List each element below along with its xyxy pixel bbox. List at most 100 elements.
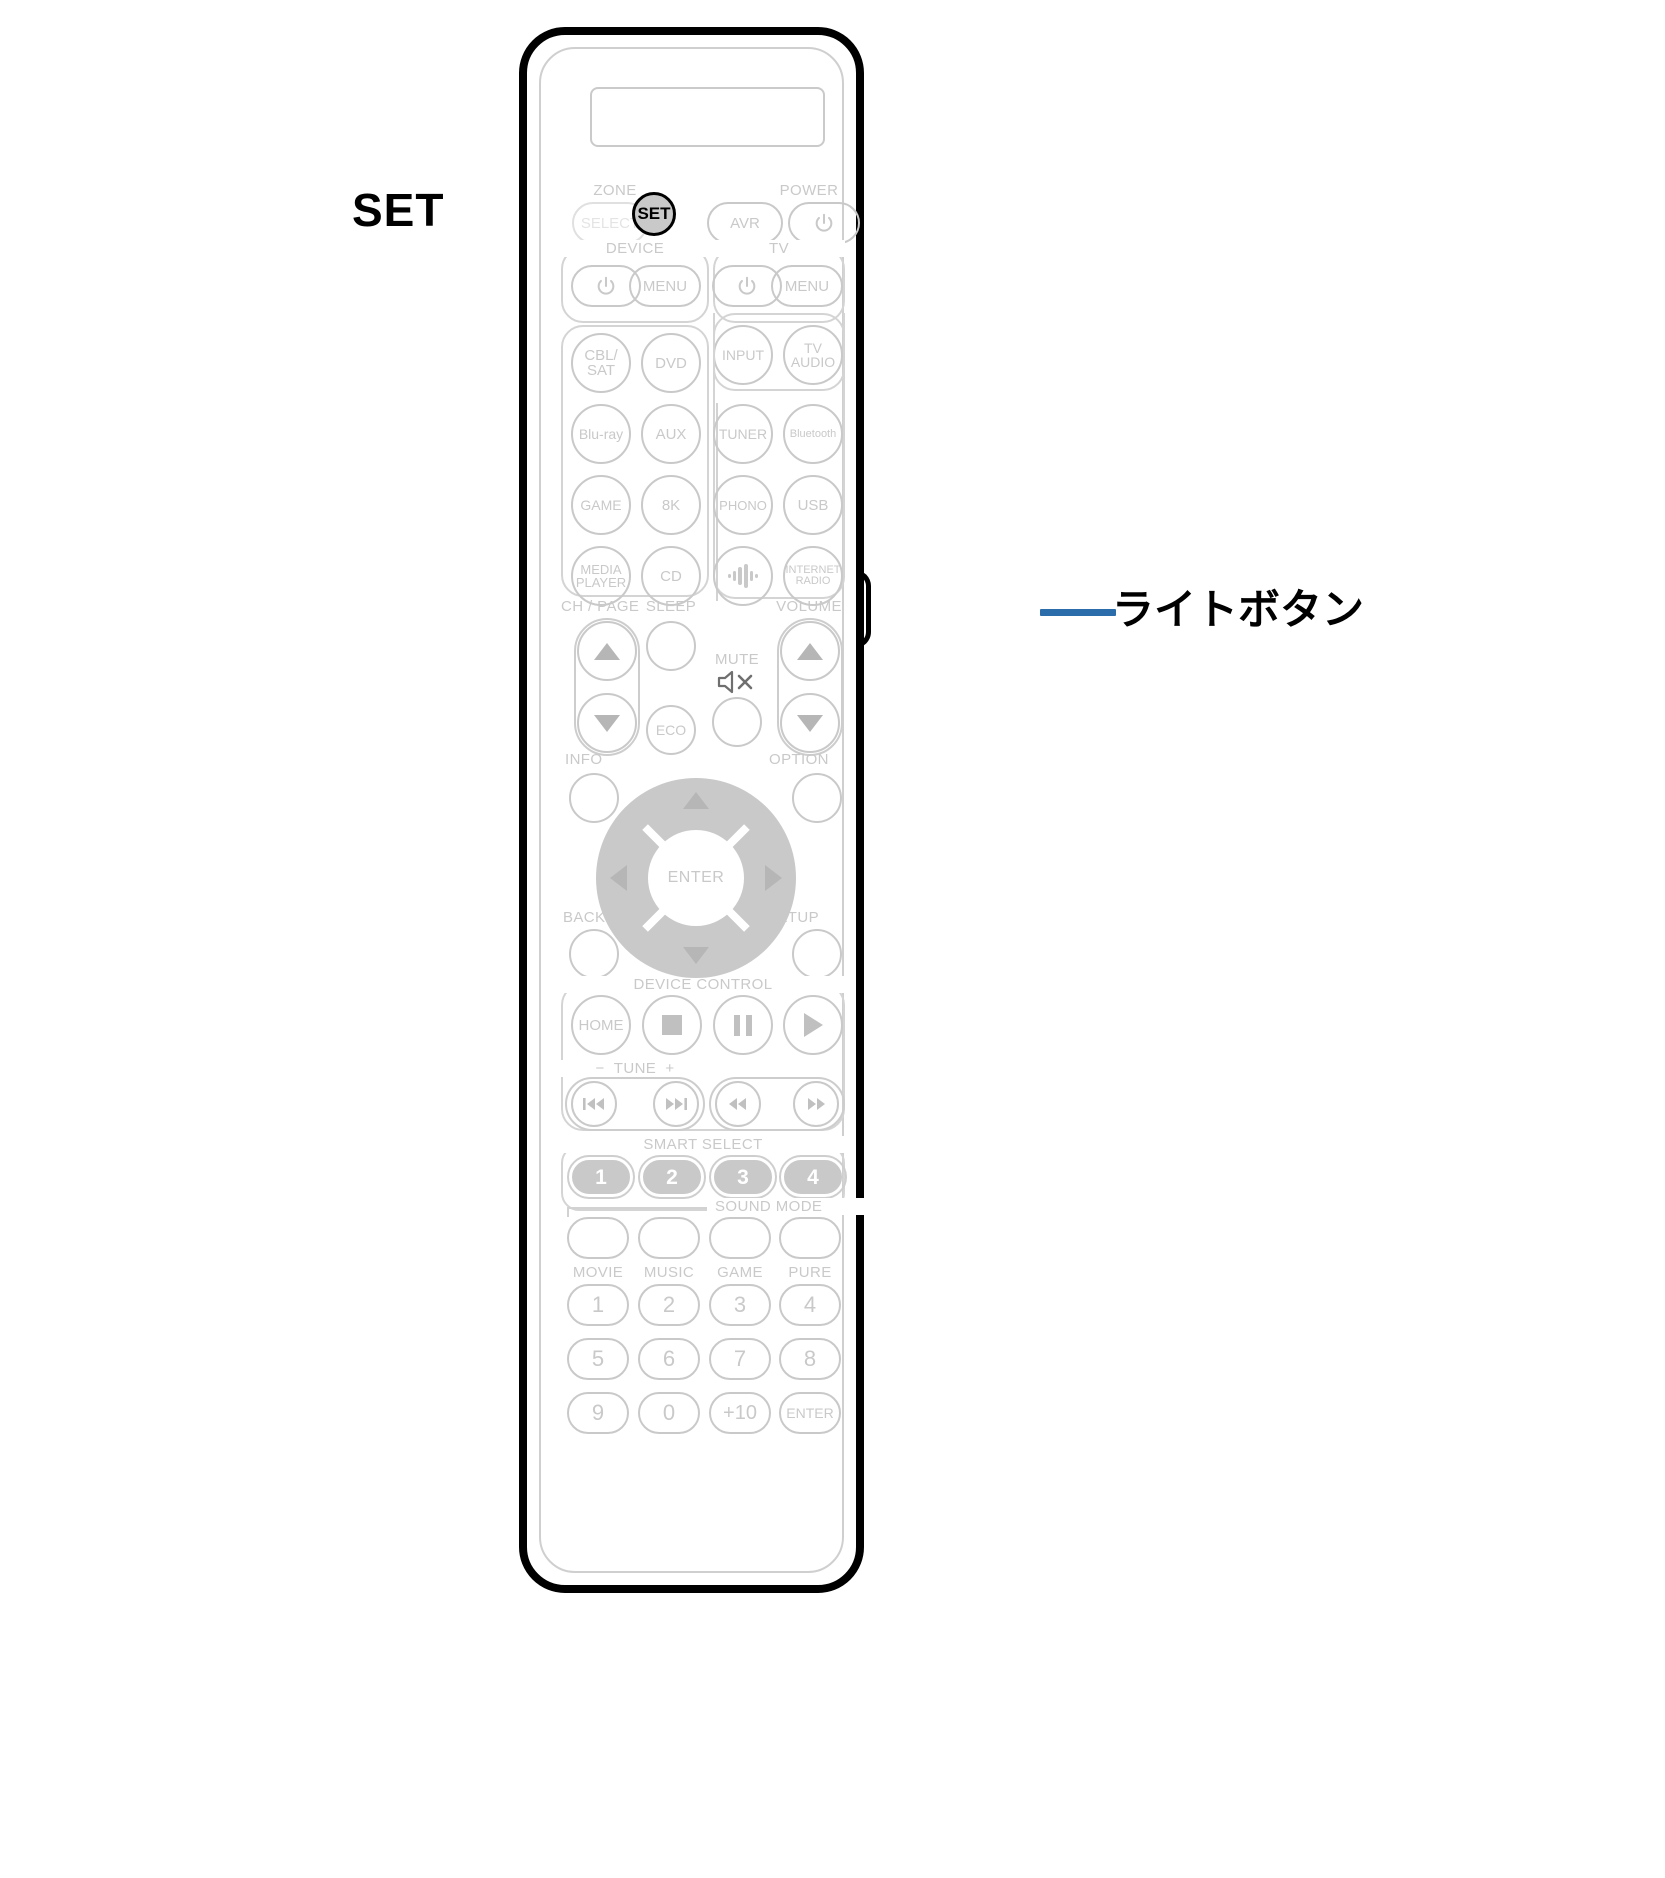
fast-forward-icon xyxy=(808,1098,825,1110)
tv-menu-button[interactable]: MENU xyxy=(771,265,843,307)
smart-select-4-button[interactable]: 4 xyxy=(784,1160,842,1194)
tv-section-label: TV xyxy=(713,240,845,257)
blu-ray-button[interactable]: Blu-ray xyxy=(571,404,631,464)
sleep-label: SLEEP xyxy=(645,598,697,615)
game-mode-label: GAME xyxy=(717,1264,763,1281)
power-section-label: POWER xyxy=(779,182,839,199)
mute-button[interactable] xyxy=(712,697,762,747)
power-icon xyxy=(815,213,833,232)
numpad-enter-button[interactable]: ENTER xyxy=(779,1392,841,1434)
annotation-set-label: SET xyxy=(352,184,445,236)
tuner-button[interactable]: TUNER xyxy=(713,404,773,464)
rewind-icon xyxy=(729,1098,746,1110)
info-label: INFO xyxy=(565,751,603,768)
device-control-label: DEVICE CONTROL xyxy=(561,976,845,993)
sound-wave-button[interactable] xyxy=(713,546,773,606)
sound-mode-rule-tick xyxy=(567,1207,569,1217)
nav-right-icon[interactable] xyxy=(765,865,782,891)
device-menu-button[interactable]: MENU xyxy=(629,265,701,307)
music-button[interactable] xyxy=(638,1217,700,1259)
skip-next-icon xyxy=(666,1098,687,1110)
back-button[interactable] xyxy=(569,929,619,979)
numpad-3-button[interactable]: 3 xyxy=(709,1284,771,1326)
smart-select-2-button[interactable]: 2 xyxy=(643,1160,701,1194)
enter-button[interactable]: ENTER xyxy=(648,830,744,926)
numpad-5-button[interactable]: 5 xyxy=(567,1338,629,1380)
numpad-6-button[interactable]: 6 xyxy=(638,1338,700,1380)
mute-label: MUTE xyxy=(714,651,760,668)
dvd-button[interactable]: DVD xyxy=(641,333,701,393)
numpad-8-button[interactable]: 8 xyxy=(779,1338,841,1380)
sound-mode-label: SOUND MODE xyxy=(707,1198,865,1215)
movie-label: MOVIE xyxy=(572,1264,624,1281)
rewind-button[interactable] xyxy=(715,1081,761,1127)
numpad-1-button[interactable]: 1 xyxy=(567,1284,629,1326)
numpad-4-button[interactable]: 4 xyxy=(779,1284,841,1326)
nav-down-icon[interactable] xyxy=(683,947,709,964)
triangle-up-icon xyxy=(797,642,823,660)
sleep-button[interactable] xyxy=(646,621,696,671)
navigation-ring[interactable]: ENTER xyxy=(596,778,796,978)
display-window xyxy=(590,87,825,147)
stop-button[interactable] xyxy=(642,995,702,1055)
volume-label: VOLUME xyxy=(776,598,842,615)
movie-button[interactable] xyxy=(567,1217,629,1259)
ch-page-down-button[interactable] xyxy=(577,693,637,753)
mute-icon xyxy=(715,669,759,695)
pure-button[interactable] xyxy=(779,1217,841,1259)
usb-button[interactable]: USB xyxy=(783,475,843,535)
game-mode-button[interactable] xyxy=(709,1217,771,1259)
smart-select-label: SMART SELECT xyxy=(561,1136,845,1153)
skip-next-button[interactable] xyxy=(653,1081,699,1127)
fast-forward-button[interactable] xyxy=(793,1081,839,1127)
device-section-label: DEVICE xyxy=(561,240,709,257)
power-icon xyxy=(597,276,615,295)
avr-button[interactable]: AVR xyxy=(707,202,783,244)
internet-radio-button[interactable]: INTERNET RADIO xyxy=(783,546,843,606)
smart-select-1-button[interactable]: 1 xyxy=(572,1160,630,1194)
info-button[interactable] xyxy=(569,773,619,823)
pure-label: PURE xyxy=(788,1264,832,1281)
bluetooth-button[interactable]: Bluetooth xyxy=(783,404,843,464)
numpad-7-button[interactable]: 7 xyxy=(709,1338,771,1380)
volume-up-button[interactable] xyxy=(780,621,840,681)
media-player-button[interactable]: MEDIA PLAYER xyxy=(571,546,631,606)
numpad-0-button[interactable]: 0 xyxy=(638,1392,700,1434)
nav-up-icon[interactable] xyxy=(683,792,709,809)
music-label: MUSIC xyxy=(643,1264,695,1281)
leader-line-light-button xyxy=(1040,609,1116,616)
numpad-plus10-button[interactable]: +10 xyxy=(709,1392,771,1434)
setup-button[interactable] xyxy=(792,929,842,979)
sound-wave-icon xyxy=(728,564,758,588)
skip-prev-icon xyxy=(583,1098,604,1110)
eco-button[interactable]: ECO xyxy=(646,705,696,755)
pause-icon xyxy=(734,1014,752,1036)
power-button[interactable] xyxy=(788,202,860,244)
phono-button[interactable]: PHONO xyxy=(713,475,773,535)
option-label: OPTION xyxy=(769,751,829,768)
enter-label: ENTER xyxy=(667,869,725,886)
cbl-sat-button[interactable]: CBL/ SAT xyxy=(571,333,631,393)
cd-button[interactable]: CD xyxy=(641,546,701,606)
smart-select-3-button[interactable]: 3 xyxy=(714,1160,772,1194)
play-button[interactable] xyxy=(783,995,843,1055)
power-icon xyxy=(738,276,756,295)
stop-icon xyxy=(662,1015,682,1035)
volume-down-button[interactable] xyxy=(780,693,840,753)
annotation-light-button-label: ライトボタン xyxy=(1112,586,1365,633)
triangle-up-icon xyxy=(594,642,620,660)
numpad-2-button[interactable]: 2 xyxy=(638,1284,700,1326)
aux-button[interactable]: AUX xyxy=(641,404,701,464)
set-button-highlighted[interactable]: SET xyxy=(632,192,676,236)
numpad-9-button[interactable]: 9 xyxy=(567,1392,629,1434)
home-button[interactable]: HOME xyxy=(571,995,631,1055)
play-icon xyxy=(803,1013,823,1037)
nav-left-icon[interactable] xyxy=(610,865,627,891)
game-input-button[interactable]: GAME xyxy=(571,475,631,535)
tune-label: − TUNE + xyxy=(561,1060,709,1077)
8k-button[interactable]: 8K xyxy=(641,475,701,535)
skip-prev-button[interactable] xyxy=(571,1081,617,1127)
option-button[interactable] xyxy=(792,773,842,823)
ch-page-up-button[interactable] xyxy=(577,621,637,681)
pause-button[interactable] xyxy=(713,995,773,1055)
